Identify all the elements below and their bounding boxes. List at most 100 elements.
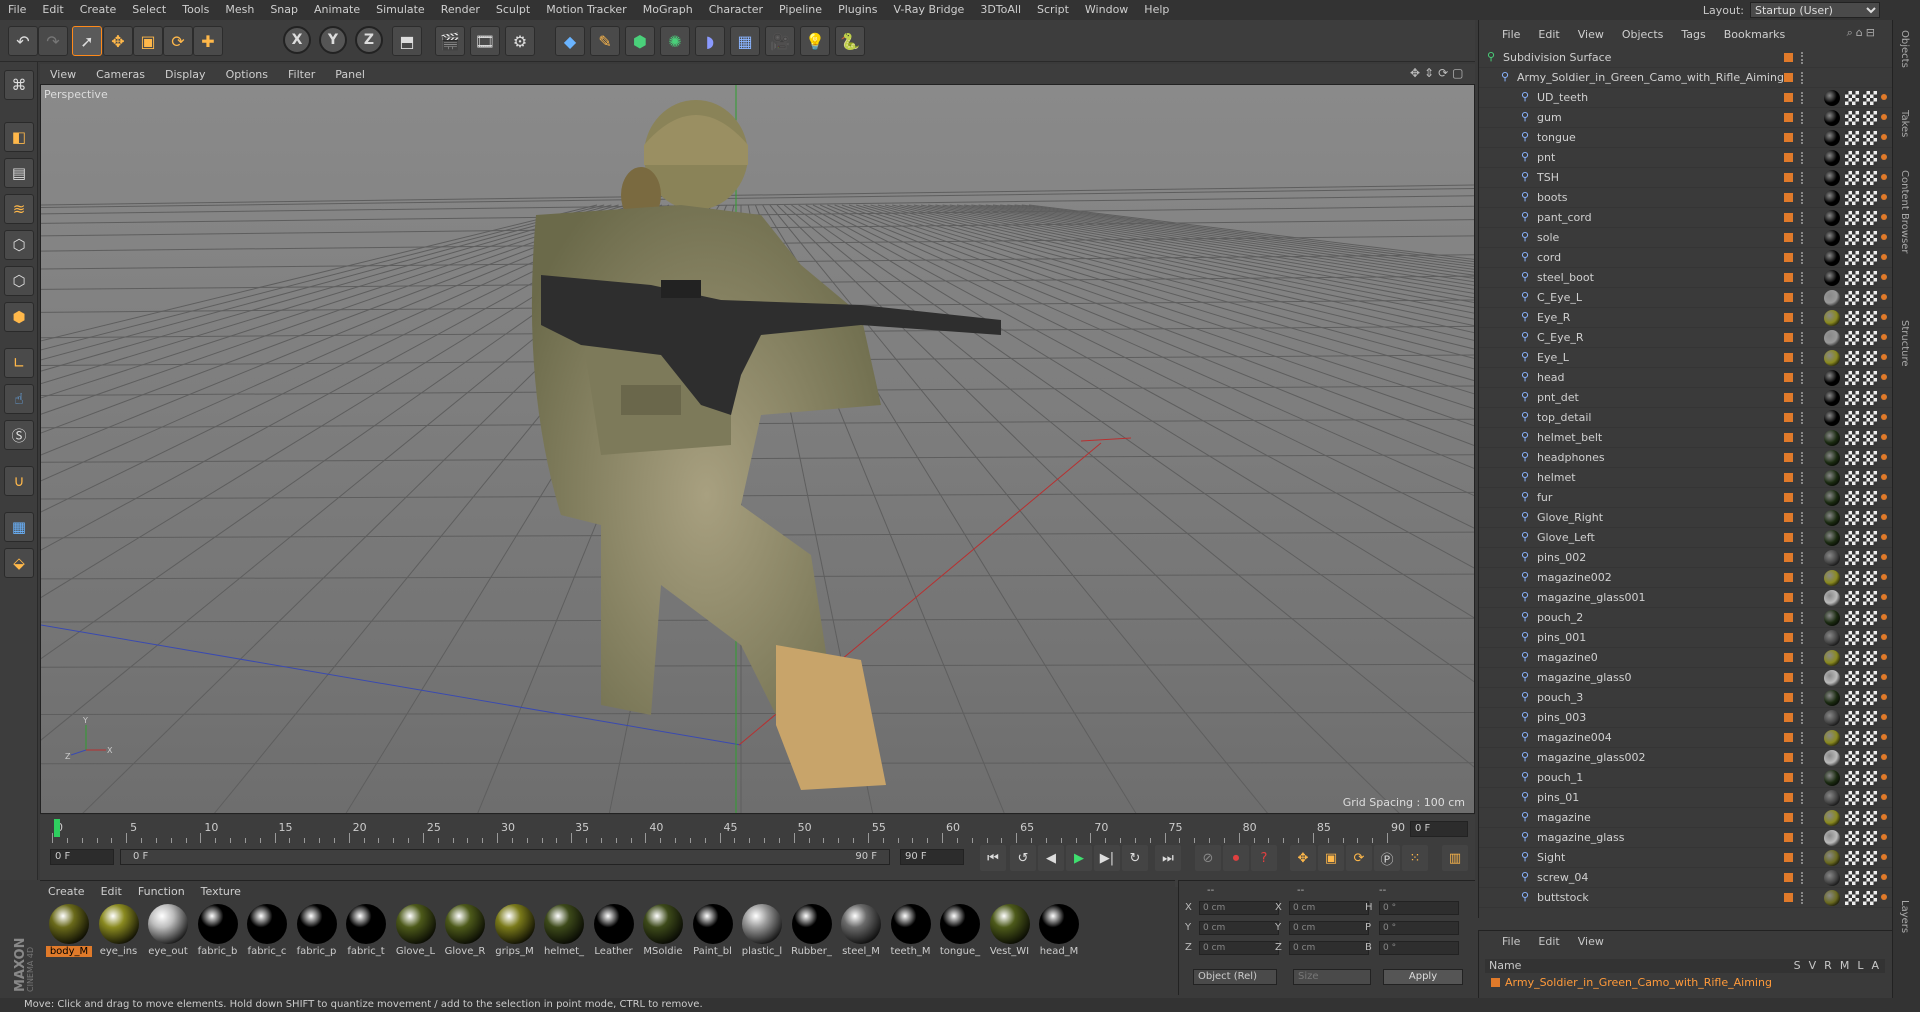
material-tag-icon[interactable] bbox=[1824, 590, 1840, 606]
layer-color-icon[interactable] bbox=[1784, 253, 1793, 262]
layer-column-l[interactable]: L bbox=[1857, 959, 1863, 972]
object-row[interactable]: ⚲ pins_001 bbox=[1479, 628, 1893, 648]
uvw-tag-icon[interactable] bbox=[1845, 311, 1859, 325]
y-axis-lock-button[interactable]: Y bbox=[319, 26, 347, 54]
uvw-tag-icon[interactable] bbox=[1845, 771, 1859, 785]
material-swatch[interactable]: fabric_p bbox=[294, 901, 340, 965]
menu-plugins[interactable]: Plugins bbox=[830, 0, 885, 20]
layer-color-icon[interactable] bbox=[1784, 353, 1793, 362]
visibility-toggle-icon[interactable] bbox=[1801, 332, 1805, 344]
visibility-toggle-icon[interactable] bbox=[1801, 872, 1805, 884]
texture-tag-icon[interactable] bbox=[1863, 151, 1877, 165]
uvw-tag-icon[interactable] bbox=[1845, 451, 1859, 465]
texture-tag-icon[interactable] bbox=[1863, 811, 1877, 825]
coord-value-field[interactable]: 0 ° bbox=[1379, 901, 1459, 915]
object-row[interactable]: ⚲ pins_003 bbox=[1479, 708, 1893, 728]
visibility-toggle-icon[interactable] bbox=[1801, 392, 1805, 404]
layer-column-a[interactable]: A bbox=[1871, 959, 1879, 972]
uvw-tag-icon[interactable] bbox=[1845, 251, 1859, 265]
uvw-tag-icon[interactable] bbox=[1845, 291, 1859, 305]
object-row[interactable]: ⚲ Sight bbox=[1479, 848, 1893, 868]
uvw-tag-icon[interactable] bbox=[1845, 891, 1859, 905]
side-tab-content-browser[interactable]: Content Browser bbox=[1899, 170, 1910, 253]
uvw-tag-icon[interactable] bbox=[1845, 751, 1859, 765]
light-button[interactable]: 💡 bbox=[800, 26, 830, 56]
workplane-mode-button[interactable]: ≋ bbox=[4, 194, 34, 224]
material-swatch[interactable]: head_M bbox=[1036, 901, 1082, 965]
points-mode-button[interactable]: ⬡ bbox=[4, 230, 34, 260]
texture-tag-icon[interactable] bbox=[1863, 771, 1877, 785]
uvw-tag-icon[interactable] bbox=[1845, 651, 1859, 665]
layer-color-icon[interactable] bbox=[1784, 693, 1793, 702]
material-menu-create[interactable]: Create bbox=[40, 885, 93, 898]
uvw-tag-icon[interactable] bbox=[1845, 531, 1859, 545]
uvw-tag-icon[interactable] bbox=[1845, 851, 1859, 865]
texture-tag-icon[interactable] bbox=[1863, 311, 1877, 325]
material-swatch[interactable]: MSoldie bbox=[640, 901, 686, 965]
previous-frame-button[interactable]: ◀ bbox=[1038, 845, 1064, 871]
layer-color-icon[interactable] bbox=[1784, 193, 1793, 202]
menu-script[interactable]: Script bbox=[1029, 0, 1077, 20]
uvw-tag-icon[interactable] bbox=[1845, 671, 1859, 685]
layer-color-icon[interactable] bbox=[1784, 433, 1793, 442]
material-tag-icon[interactable] bbox=[1824, 130, 1840, 146]
visibility-toggle-icon[interactable] bbox=[1801, 152, 1805, 164]
object-row[interactable]: ⚲ fur bbox=[1479, 488, 1893, 508]
render-picture-viewer-button[interactable]: 🎞 bbox=[470, 26, 500, 56]
key-scale-button[interactable]: ▣ bbox=[1318, 845, 1344, 871]
layer-row[interactable]: Army_Soldier_in_Green_Camo_with_Rifle_Ai… bbox=[1485, 975, 1885, 991]
select-tool-button[interactable]: ➚ bbox=[72, 26, 102, 56]
visibility-toggle-icon[interactable] bbox=[1801, 112, 1805, 124]
object-row-root[interactable]: ⚲ Subdivision Surface bbox=[1479, 48, 1893, 68]
uvw-tag-icon[interactable] bbox=[1845, 431, 1859, 445]
texture-tag-icon[interactable] bbox=[1863, 571, 1877, 585]
material-tag-icon[interactable] bbox=[1824, 730, 1840, 746]
visibility-toggle-icon[interactable] bbox=[1801, 672, 1805, 684]
side-tab-structure[interactable]: Structure bbox=[1899, 320, 1910, 367]
side-tab-takes[interactable]: Takes bbox=[1899, 110, 1910, 137]
uvw-tag-icon[interactable] bbox=[1845, 631, 1859, 645]
visibility-toggle-icon[interactable] bbox=[1801, 532, 1805, 544]
visibility-toggle-icon[interactable] bbox=[1801, 52, 1805, 64]
visibility-toggle-icon[interactable] bbox=[1801, 552, 1805, 564]
object-row[interactable]: ⚲ pins_002 bbox=[1479, 548, 1893, 568]
uvw-tag-icon[interactable] bbox=[1845, 91, 1859, 105]
menu-v-ray-bridge[interactable]: V-Ray Bridge bbox=[885, 0, 972, 20]
texture-tag-icon[interactable] bbox=[1863, 491, 1877, 505]
uvw-tag-icon[interactable] bbox=[1845, 331, 1859, 345]
coord-value-field[interactable]: 0 cm bbox=[1289, 901, 1369, 915]
object-row[interactable]: ⚲ C_Eye_L bbox=[1479, 288, 1893, 308]
visibility-toggle-icon[interactable] bbox=[1801, 472, 1805, 484]
layer-color-icon[interactable] bbox=[1784, 453, 1793, 462]
camera-button[interactable]: 🎥 bbox=[765, 26, 795, 56]
layer-color-icon[interactable] bbox=[1784, 93, 1793, 102]
coord-value-field[interactable]: 0 cm bbox=[1289, 921, 1369, 935]
visibility-toggle-icon[interactable] bbox=[1801, 132, 1805, 144]
object-row[interactable]: ⚲ gum bbox=[1479, 108, 1893, 128]
texture-tag-icon[interactable] bbox=[1863, 451, 1877, 465]
texture-tag-icon[interactable] bbox=[1863, 591, 1877, 605]
python-button[interactable]: 🐍 bbox=[835, 26, 865, 56]
material-swatch[interactable]: Leather bbox=[591, 901, 637, 965]
layer-color-icon[interactable] bbox=[1784, 793, 1793, 802]
live-selection-button[interactable]: ✚ bbox=[193, 26, 223, 56]
object-row[interactable]: ⚲ head bbox=[1479, 368, 1893, 388]
layer-color-icon[interactable] bbox=[1784, 173, 1793, 182]
uvw-tag-icon[interactable] bbox=[1845, 731, 1859, 745]
material-menu-function[interactable]: Function bbox=[130, 885, 193, 898]
material-tag-icon[interactable] bbox=[1824, 490, 1840, 506]
visibility-toggle-icon[interactable] bbox=[1801, 632, 1805, 644]
viewport-menu-panel[interactable]: Panel bbox=[325, 68, 375, 81]
uvw-tag-icon[interactable] bbox=[1845, 491, 1859, 505]
material-tag-icon[interactable] bbox=[1824, 510, 1840, 526]
visibility-toggle-icon[interactable] bbox=[1801, 852, 1805, 864]
material-swatch[interactable]: eye_ins bbox=[96, 901, 142, 965]
layer-color-icon[interactable] bbox=[1784, 493, 1793, 502]
material-swatch[interactable]: fabric_t bbox=[343, 901, 389, 965]
coord-mode-select[interactable]: Object (Rel) bbox=[1193, 969, 1277, 985]
object-row[interactable]: ⚲ magazine004 bbox=[1479, 728, 1893, 748]
texture-tag-icon[interactable] bbox=[1863, 711, 1877, 725]
end-frame-field[interactable]: 90 F bbox=[900, 849, 964, 865]
material-swatch[interactable]: Vest_WI bbox=[987, 901, 1033, 965]
material-swatch[interactable]: teeth_M bbox=[888, 901, 934, 965]
